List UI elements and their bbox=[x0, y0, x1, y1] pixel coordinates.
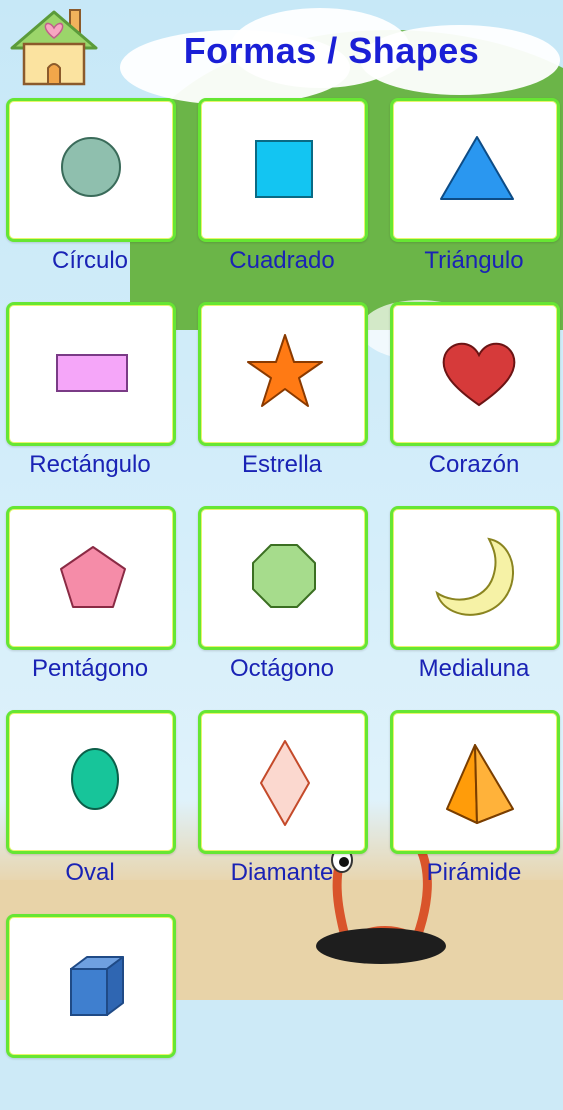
cube-icon bbox=[70, 956, 124, 1016]
shape-card bbox=[390, 710, 560, 854]
shape-tile-pentagon[interactable]: Pentágono bbox=[2, 502, 178, 702]
diamond-icon bbox=[260, 740, 310, 826]
shape-tile-pyramid[interactable]: Pirámide bbox=[386, 706, 562, 906]
shape-tile-diamond[interactable]: Diamante bbox=[194, 706, 370, 906]
shape-label: Octágono bbox=[229, 655, 335, 682]
shape-label: Corazón bbox=[428, 451, 520, 478]
shape-label: Pirámide bbox=[426, 859, 522, 886]
shape-tile-octagon[interactable]: Octágono bbox=[194, 502, 370, 702]
shape-tile-square[interactable]: Cuadrado bbox=[194, 94, 370, 294]
shape-label: Triángulo bbox=[424, 247, 524, 274]
shape-card bbox=[198, 710, 368, 854]
crescent-icon bbox=[435, 537, 514, 616]
shape-tile-oval[interactable]: Oval bbox=[2, 706, 178, 906]
pentagon-icon bbox=[60, 546, 126, 608]
shape-label: Pentágono bbox=[31, 655, 149, 682]
shape-card bbox=[6, 98, 176, 242]
shape-card bbox=[198, 302, 368, 446]
shape-card bbox=[6, 710, 176, 854]
oval-icon bbox=[71, 748, 119, 810]
star-icon bbox=[247, 334, 323, 407]
triangle-icon bbox=[440, 136, 514, 200]
shape-card bbox=[6, 302, 176, 446]
shape-card bbox=[198, 98, 368, 242]
shape-tile-crescent[interactable]: Medialuna bbox=[386, 502, 562, 702]
octagon-icon bbox=[252, 544, 316, 608]
shape-card bbox=[390, 302, 560, 446]
shape-label: Diamante bbox=[230, 859, 334, 886]
shape-tile-rectangle[interactable]: Rectángulo bbox=[2, 298, 178, 498]
shape-label: Oval bbox=[65, 859, 115, 886]
shape-tile-circle[interactable]: Círculo bbox=[2, 94, 178, 294]
shape-label: Medialuna bbox=[418, 655, 530, 682]
hole bbox=[316, 928, 446, 964]
square-icon bbox=[255, 140, 313, 198]
shape-tile-triangle[interactable]: Triángulo bbox=[386, 94, 562, 294]
pyramid-icon bbox=[446, 744, 514, 825]
page-title: Formas / Shapes bbox=[183, 30, 480, 71]
shape-card bbox=[6, 506, 176, 650]
shape-tile-star[interactable]: Estrella bbox=[194, 298, 370, 498]
heart-icon bbox=[442, 342, 516, 407]
shape-label: Círculo bbox=[51, 247, 129, 274]
shape-card bbox=[390, 506, 560, 650]
shape-label: Estrella bbox=[241, 451, 323, 478]
shape-label: Cuadrado bbox=[229, 247, 335, 274]
shape-card bbox=[198, 506, 368, 650]
shape-tile-cube[interactable] bbox=[2, 910, 178, 1110]
circle-icon bbox=[61, 137, 121, 197]
shape-card bbox=[390, 98, 560, 242]
shape-label: Rectángulo bbox=[29, 451, 151, 478]
rectangle-icon bbox=[56, 354, 128, 392]
shape-card bbox=[6, 914, 176, 1058]
shape-tile-heart[interactable]: Corazón bbox=[386, 298, 562, 498]
